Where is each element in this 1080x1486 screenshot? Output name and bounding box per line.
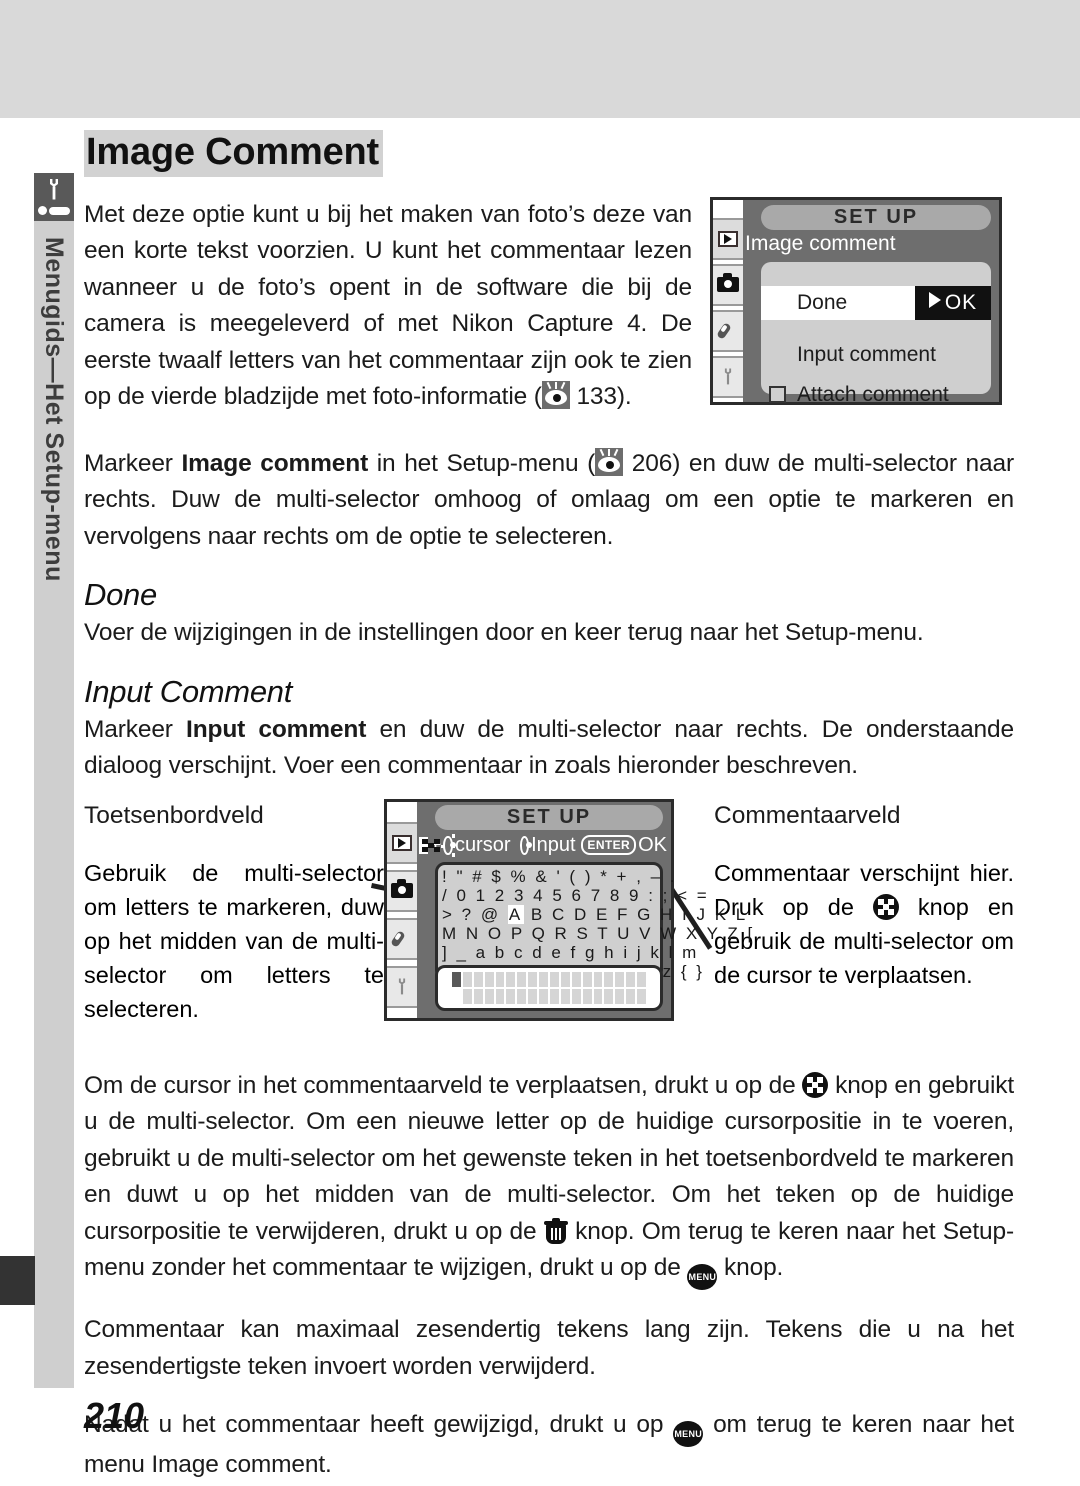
keyboard-row-3-pre: > ? @ <box>442 904 508 924</box>
final-paragraph: Nadat u het commentaar heeft gewijzigd, … <box>84 1407 1014 1484</box>
lcd-menu-body: SET UP Image comment Done OK Input comme… <box>739 199 999 406</box>
top-gray-band <box>0 0 1080 118</box>
selected-character[interactable]: A <box>507 904 524 924</box>
hint-ok-label: OK <box>638 833 667 856</box>
page-title: Image Comment <box>84 130 384 177</box>
keyboard-field-body: Gebruik de multi-selector om letters te … <box>84 860 384 1023</box>
comment-field-heading: Commentaarveld <box>714 801 901 829</box>
wrench-icon-tab[interactable] <box>387 965 417 1008</box>
keyboard-row-selected: > ? @ A B C D E F G H I J K L <box>442 904 745 924</box>
keyboard-row: ! " # $ % & ' ( ) * + , – . <box>442 866 678 886</box>
lcd-menu-row-input[interactable]: Input comment <box>761 338 991 372</box>
menu-button-icon-2: MENU <box>673 1421 704 1448</box>
keyboard-explainer-block: Toetsenbordveld Gebruik de multi-selecto… <box>84 798 1014 1050</box>
page-number: 210 <box>84 1395 145 1436</box>
lcd-menu-ok-badge: OK <box>915 285 991 320</box>
lcd-menu-row-attach[interactable]: Attach comment <box>761 378 991 412</box>
keyboard-row: M N O P Q R S T U V W X Y Z [ <box>442 923 755 943</box>
wrench-glyph <box>50 179 58 200</box>
keyboard-row-3-post: B C D E F G H I J K L <box>523 904 748 924</box>
done-paragraph: Voer de wijzigingen in de instellingen d… <box>84 619 924 647</box>
keyboard-field-column: Toetsenbordveld Gebruik de multi-selecto… <box>84 799 384 1050</box>
wrench-glyph-tab <box>724 368 732 385</box>
play-icon[interactable] <box>713 217 743 260</box>
intro-paragraph-pre: Met deze optie kunt u bij het maken van … <box>84 200 692 411</box>
center-press-icon <box>519 835 533 855</box>
lcd-menu-row-done-label: Done <box>797 290 848 314</box>
pencil-icon[interactable] <box>713 309 743 352</box>
play-icon[interactable] <box>387 821 417 864</box>
lcd-keyboard-hintbar: + cursor Input ENTER OK <box>419 832 667 859</box>
markeer-bold: Image comment <box>181 449 369 477</box>
intro-block: Met deze optie kunt u bij het maken van … <box>84 196 1014 416</box>
lcd-keyboard-tabs <box>387 801 417 1018</box>
multi-selector-button-icon <box>872 894 899 921</box>
input-comment-paragraph: Markeer Input comment en duw de multi-se… <box>84 712 1014 785</box>
multi-selector-button-icon-2 <box>802 1071 829 1098</box>
attach-comment-checkbox[interactable] <box>769 385 786 403</box>
wrench-glyph-tab <box>398 978 406 995</box>
lcd-menu-subtitle: Image comment <box>745 231 896 255</box>
edge-tab-marker <box>0 1256 35 1305</box>
cursor-paragraph-p1: Om de cursor in het commentaarveld te ve… <box>84 1071 803 1099</box>
dpad-icon <box>441 833 457 857</box>
lcd-menu-row-input-label: Input comment <box>797 342 936 366</box>
comment-field-body: Commentaar verschijnt hier. Druk op de k… <box>714 856 1014 992</box>
enter-button-icon: ENTER <box>581 835 637 856</box>
lcd-menu-row-done[interactable]: Done OK <box>761 285 991 320</box>
cursor-paragraph: Om de cursor in het commentaarveld te ve… <box>84 1068 1014 1291</box>
menu-button-icon: MENU <box>687 1264 718 1291</box>
intro-text: Met deze optie kunt u bij het maken van … <box>84 197 692 416</box>
camera-icon[interactable] <box>713 263 743 306</box>
intro-paragraph-post: 133). <box>569 383 632 411</box>
lcd-keyboard-wrap: SET UP + cursor Input ENTER OK ! " # $ %… <box>370 798 755 1021</box>
eye-page-ref-icon <box>541 381 570 410</box>
keyboard-field-heading: Toetsenbordveld <box>84 801 264 829</box>
lcd-image-comment-menu: SET UP Image comment Done OK Input comme… <box>710 196 1002 406</box>
comment-text-field[interactable] <box>435 964 663 1011</box>
lcd-keyboard-body: SET UP + cursor Input ENTER OK ! " # $ %… <box>413 801 755 1018</box>
lcd-keyboard-title: SET UP <box>435 804 663 830</box>
comment-field-row <box>452 971 647 987</box>
comment-field-cells <box>452 971 647 1004</box>
page-content: Image Comment Met deze optie kunt u bij … <box>84 130 1014 1484</box>
comment-field-cursor <box>452 971 461 987</box>
camera-icon[interactable] <box>387 869 417 912</box>
keyboard-character-grid[interactable]: ! " # $ % & ' ( ) * + , – . / 0 1 2 3 4 … <box>435 861 755 981</box>
heading-done: Done <box>84 577 157 613</box>
wrench-icon <box>34 173 74 221</box>
lcd-menu-ok-label: OK <box>944 290 978 314</box>
limit-paragraph: Commentaar kan maximaal zesendertig teke… <box>84 1316 1014 1380</box>
sidebar-icon-bar <box>38 206 70 215</box>
comment-field-column: Commentaarveld Commentaar verschijnt hie… <box>714 799 1014 1016</box>
lcd-menu-tabs <box>713 199 743 402</box>
heading-input-comment: Input Comment <box>84 673 293 709</box>
markeer-paragraph: Markeer Image comment in het Setup-menu … <box>84 446 1014 556</box>
wrench-icon-tab[interactable] <box>713 355 743 398</box>
page-title-wrap: Image Comment <box>84 130 1014 191</box>
intro-paragraph: Met deze optie kunt u bij het maken van … <box>84 197 692 416</box>
comment-field-row <box>452 988 647 1004</box>
input-comment-bold: Input comment <box>186 715 367 743</box>
lcd-menu-title: SET UP <box>761 204 991 230</box>
hint-cursor-label: cursor <box>454 833 511 856</box>
keyboard-row: ] _ a b c d e f g h i j k l m <box>442 942 699 962</box>
lcd-input-comment-keyboard: SET UP + cursor Input ENTER OK ! " # $ %… <box>384 798 755 1021</box>
markeer-pre: Markeer <box>84 449 182 477</box>
multi-selector-checker-icon <box>419 836 440 854</box>
cursor-paragraph-p4: knop. <box>717 1254 784 1282</box>
hint-input-label: Input <box>531 833 576 856</box>
trash-button-icon <box>543 1217 568 1244</box>
keyboard-row: / 0 1 2 3 4 5 6 7 8 9 : ; < = <box>442 885 710 905</box>
markeer-mid: in het Setup-menu ( <box>368 449 596 477</box>
input-comment-pre: Markeer <box>84 715 187 743</box>
final-paragraph-pre: Nadat u het commentaar heeft gewijzigd, … <box>84 1411 674 1439</box>
pencil-icon[interactable] <box>387 917 417 960</box>
eye-page-ref-icon-2 <box>595 447 624 476</box>
chapter-label: Menugids—Het Setup-menu <box>40 237 68 582</box>
lcd-menu-panel: Done OK Input comment Attach comment <box>761 261 991 406</box>
lcd-menu-row-attach-label: Attach comment <box>797 382 949 406</box>
